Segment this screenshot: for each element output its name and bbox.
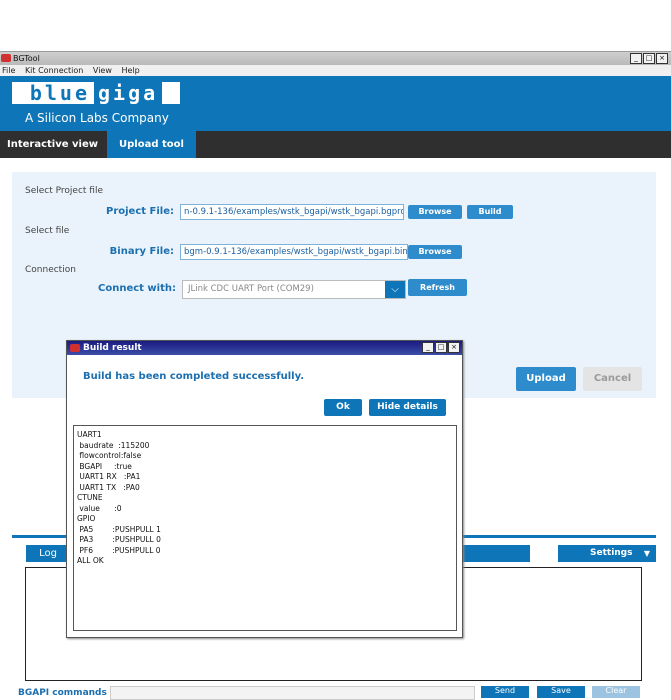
chevron-down-icon[interactable]: ⌵ <box>385 281 405 298</box>
connect-with-label: Connect with: <box>98 283 176 294</box>
menu-view[interactable]: View <box>93 66 112 75</box>
log-tab[interactable]: Log <box>26 545 70 562</box>
menu-bar: File Kit Connection View Help <box>0 65 671 76</box>
send-button[interactable]: Send <box>481 686 529 698</box>
logo-text-blue: blue <box>29 81 90 105</box>
minimize-button[interactable]: _ <box>630 53 642 64</box>
project-file-label: Project File: <box>106 206 174 217</box>
browse-binary-button[interactable]: Browse <box>408 245 462 259</box>
bgapi-command-input[interactable] <box>110 686 475 700</box>
project-file-input[interactable]: n-0.9.1-136/examples/wstk_bgapi/wstk_bga… <box>180 204 404 220</box>
window-titlebar[interactable]: BGTool _ □ × <box>0 51 671 65</box>
connection-heading: Connection <box>25 265 76 275</box>
close-button[interactable]: × <box>656 53 668 64</box>
triangle-down-icon: ▼ <box>643 549 650 558</box>
select-project-heading: Select Project file <box>25 186 103 196</box>
log-toolbar-strip <box>461 545 530 562</box>
upload-button[interactable]: Upload <box>516 367 576 391</box>
save-button[interactable]: Save <box>537 686 585 698</box>
dialog-titlebar[interactable]: Build result _ □ × <box>67 341 462 355</box>
build-button[interactable]: Build <box>467 205 513 219</box>
refresh-button[interactable]: Refresh <box>408 279 467 296</box>
tab-bar: Interactive view Upload tool <box>0 131 671 158</box>
dialog-minimize-button[interactable]: _ <box>422 342 434 353</box>
dialog-window-controls: _ □ × <box>422 342 460 353</box>
logo-text-giga: giga <box>94 81 163 105</box>
brand-header: blue giga A Silicon Labs Company <box>0 76 671 131</box>
tab-interactive-view[interactable]: Interactive view <box>0 131 105 158</box>
ok-button[interactable]: Ok <box>324 399 362 416</box>
bgapi-commands-label: BGAPI commands <box>18 688 107 698</box>
settings-label: Settings <box>590 548 633 558</box>
build-success-message: Build has been completed successfully. <box>83 371 304 382</box>
maximize-button[interactable]: □ <box>643 53 655 64</box>
dialog-close-button[interactable]: × <box>448 342 460 353</box>
build-details-text: UART1 baudrate :115200 flowcontrol:false… <box>77 430 161 565</box>
select-file-heading: Select file <box>25 226 70 236</box>
menu-help[interactable]: Help <box>121 66 139 75</box>
tab-upload-tool[interactable]: Upload tool <box>107 131 196 158</box>
window-controls: _ □ × <box>630 53 668 64</box>
binary-file-input[interactable]: bgm-0.9.1-136/examples/wstk_bgapi/wstk_b… <box>180 244 408 260</box>
connect-with-value: JLink CDC UART Port (COM29) <box>188 284 314 294</box>
dialog-maximize-button[interactable]: □ <box>435 342 447 353</box>
bluegiga-logo: blue giga <box>12 81 180 105</box>
app-icon <box>1 54 11 62</box>
build-details-textarea[interactable]: UART1 baudrate :115200 flowcontrol:false… <box>73 425 457 631</box>
brand-tagline: A Silicon Labs Company <box>25 111 169 125</box>
menu-kit-connection[interactable]: Kit Connection <box>25 66 83 75</box>
dialog-title: Build result <box>83 343 142 353</box>
connect-with-select[interactable]: JLink CDC UART Port (COM29) ⌵ <box>182 280 406 299</box>
menu-file[interactable]: File <box>2 66 15 75</box>
browse-project-button[interactable]: Browse <box>408 205 462 219</box>
window-title: BGTool <box>13 54 40 63</box>
binary-file-label: Binary File: <box>109 246 174 257</box>
settings-dropdown[interactable]: Settings ▼ <box>558 545 656 562</box>
clear-button[interactable]: Clear <box>592 686 640 698</box>
hide-details-button[interactable]: Hide details <box>369 399 446 416</box>
cancel-button[interactable]: Cancel <box>583 367 642 391</box>
build-result-dialog: Build result _ □ × Build has been comple… <box>66 340 463 638</box>
dialog-app-icon <box>70 344 80 352</box>
